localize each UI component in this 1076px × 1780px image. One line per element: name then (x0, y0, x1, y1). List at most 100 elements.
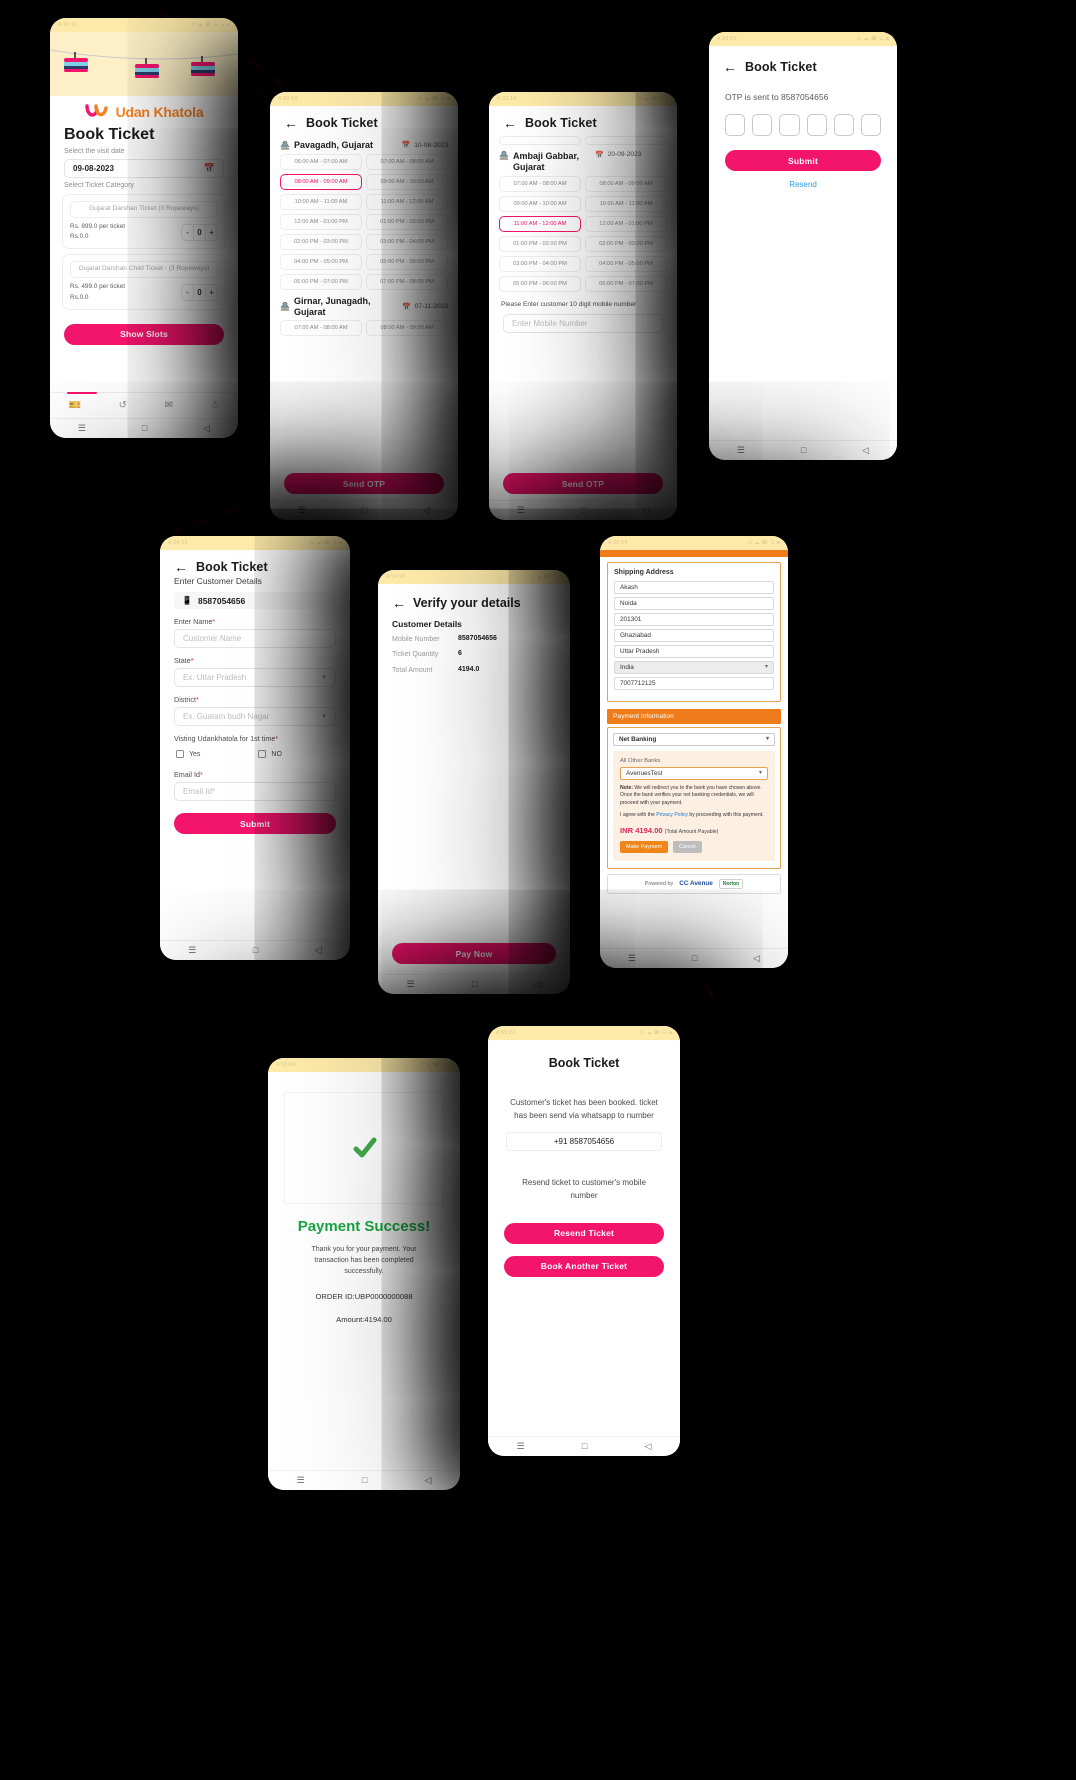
mobile-number-input[interactable]: Enter Mobile Number (503, 313, 663, 333)
slot-item[interactable]: 09:00 AM - 10:00 AM (366, 173, 448, 190)
tab-chat-icon[interactable]: ✉ (164, 400, 172, 411)
tab-tickets-icon[interactable]: 🎫 (69, 400, 81, 411)
shipping-name-input[interactable]: Akash (614, 581, 774, 594)
slot-item[interactable]: 09:00 AM - 10:00 AM (499, 195, 581, 212)
name-input[interactable]: Customer Name (174, 629, 336, 648)
nav-home-icon[interactable]: □ (362, 506, 367, 515)
nav-home-icon[interactable]: □ (472, 980, 477, 989)
back-arrow-icon[interactable]: ← (284, 116, 298, 130)
calendar-icon[interactable]: 📅 (595, 151, 604, 159)
nav-home-icon[interactable]: □ (362, 1476, 367, 1485)
resend-ticket-button[interactable]: Resend Ticket (504, 1222, 664, 1244)
calendar-icon[interactable]: 📅 (204, 163, 215, 174)
first-visit-no[interactable]: NO (258, 750, 282, 758)
checkbox-no[interactable] (258, 750, 267, 758)
shipping-city-input[interactable]: Ghaziabad (614, 629, 774, 642)
back-arrow-icon[interactable]: ← (174, 560, 188, 574)
nav-back-icon[interactable]: ◁ (644, 1442, 651, 1451)
nav-menu-icon[interactable]: ☰ (78, 424, 86, 433)
slot-item[interactable]: 07:00 AM - 08:00 AM (366, 153, 448, 170)
slot-item[interactable]: 04:00 PM - 05:00 PM (585, 255, 667, 272)
slot-item[interactable]: 07:00 AM - 08:00 AM (499, 175, 581, 192)
otp-submit-button[interactable]: Submit (725, 150, 881, 171)
send-otp-button[interactable]: Send OTP (503, 473, 663, 494)
state-select[interactable]: Ex. Uttar Pradesh ▼ (174, 668, 336, 687)
nav-back-icon[interactable]: ◁ (862, 446, 869, 455)
decrement-button[interactable]: - (182, 225, 193, 240)
nav-menu-icon[interactable]: ☰ (298, 506, 306, 515)
nav-home-icon[interactable]: □ (253, 946, 258, 955)
increment-button[interactable]: + (206, 225, 217, 240)
otp-digit-1[interactable] (725, 114, 746, 136)
decrement-button[interactable]: - (182, 285, 193, 300)
increment-button[interactable]: + (206, 285, 217, 300)
nav-menu-icon[interactable]: ☰ (517, 506, 525, 515)
shipping-address-input[interactable]: Noida (614, 597, 774, 610)
nav-menu-icon[interactable]: ☰ (297, 1476, 305, 1485)
nav-back-icon[interactable]: ◁ (534, 980, 541, 989)
show-slots-button[interactable]: Show Slots (64, 323, 224, 345)
otp-digit-5[interactable] (833, 114, 854, 136)
nav-back-icon[interactable]: ◁ (423, 506, 430, 515)
bank-select[interactable]: AvenuesTest (620, 767, 768, 780)
payment-method-select[interactable]: Net Banking (613, 733, 775, 746)
customer-submit-button[interactable]: Submit (174, 813, 336, 834)
nav-menu-icon[interactable]: ☰ (737, 446, 745, 455)
slot-item[interactable]: 12:00 AM - 01:00 PM (280, 213, 362, 230)
slot-item[interactable] (585, 136, 667, 145)
slot-item[interactable]: 07:00 PM - 08:00 PM (366, 273, 448, 290)
shipping-zip-input[interactable]: 201301 (614, 613, 774, 626)
nav-home-icon[interactable]: □ (801, 446, 806, 455)
quantity-stepper[interactable]: - 0 + (181, 284, 218, 302)
otp-digit-2[interactable] (752, 114, 773, 136)
shipping-phone-input[interactable]: 7007712125 (614, 677, 774, 690)
send-otp-button[interactable]: Send OTP (284, 473, 444, 494)
email-input[interactable]: Email Id* (174, 782, 336, 801)
otp-digit-3[interactable] (779, 114, 800, 136)
slot-item[interactable]: 12:00 AM - 01:00 PM (585, 215, 667, 232)
nav-back-icon[interactable]: ◁ (203, 424, 210, 433)
calendar-icon[interactable]: 📅 (402, 141, 411, 149)
visit-date-input[interactable]: 09-08-2023 📅 (64, 159, 224, 178)
slot-item[interactable]: 02:00 PM - 03:00 PM (585, 235, 667, 252)
otp-digit-4[interactable] (806, 114, 827, 136)
slot-item[interactable]: 06:00 AM - 07:00 AM (280, 153, 362, 170)
slot-item[interactable]: 05:00 PM - 06:00 PM (366, 253, 448, 270)
slot-item[interactable]: 02:00 PM - 03:00 PM (280, 233, 362, 250)
slot-item[interactable]: 11:00 AM - 12:00 AM (366, 193, 448, 210)
first-visit-yes[interactable]: Yes (176, 750, 200, 758)
calendar-icon[interactable]: 📅 (402, 303, 411, 311)
slot-item[interactable]: 05:00 PM - 06:00 PM (499, 275, 581, 292)
back-arrow-icon[interactable]: ← (392, 596, 406, 610)
nav-home-icon[interactable]: □ (581, 506, 586, 515)
nav-menu-icon[interactable]: ☰ (517, 1442, 525, 1451)
nav-back-icon[interactable]: ◁ (753, 954, 760, 963)
checkbox-yes[interactable] (176, 750, 184, 758)
slot-item[interactable]: 06:00 PM - 07:00 PM (585, 275, 667, 292)
privacy-policy-link[interactable]: Privacy Policy (656, 812, 688, 818)
slot-item[interactable]: 01:00 PM - 02:00 PM (499, 235, 581, 252)
chevron-down-icon[interactable]: ▼ (321, 675, 327, 681)
slot-item[interactable]: 07:00 AM - 08:00 AM (280, 320, 362, 337)
cancel-button[interactable]: Cancel (672, 840, 702, 853)
nav-back-icon[interactable]: ◁ (642, 506, 649, 515)
book-another-ticket-button[interactable]: Book Another Ticket (504, 1255, 664, 1277)
slot-item[interactable]: 10:00 AM - 11:00 AM (280, 193, 362, 210)
slot-item[interactable]: 03:00 PM - 04:00 PM (366, 233, 448, 250)
nav-home-icon[interactable]: □ (692, 954, 697, 963)
back-arrow-icon[interactable]: ← (503, 116, 517, 130)
chevron-down-icon[interactable]: ▼ (321, 714, 327, 720)
nav-menu-icon[interactable]: ☰ (628, 954, 636, 963)
slot-item[interactable]: 03:00 PM - 04:00 PM (499, 255, 581, 272)
resend-link[interactable]: Resend (709, 171, 897, 189)
slot-item-selected[interactable]: 11:00 AM - 12:00 AM (499, 215, 581, 232)
shipping-state-input[interactable]: Uttar Pradesh (614, 645, 774, 658)
make-payment-button[interactable]: Make Payment (620, 840, 668, 853)
otp-input-row[interactable] (709, 102, 897, 136)
nav-menu-icon[interactable]: ☰ (188, 946, 196, 955)
nav-home-icon[interactable]: □ (142, 424, 147, 433)
slot-item[interactable]: 08:00 AM - 09:00 AM (366, 320, 448, 337)
nav-back-icon[interactable]: ◁ (424, 1476, 431, 1485)
slot-item-selected[interactable]: 08:00 AM - 09:00 AM (280, 173, 362, 190)
slot-item[interactable]: 08:00 AM - 09:00 AM (585, 175, 667, 192)
